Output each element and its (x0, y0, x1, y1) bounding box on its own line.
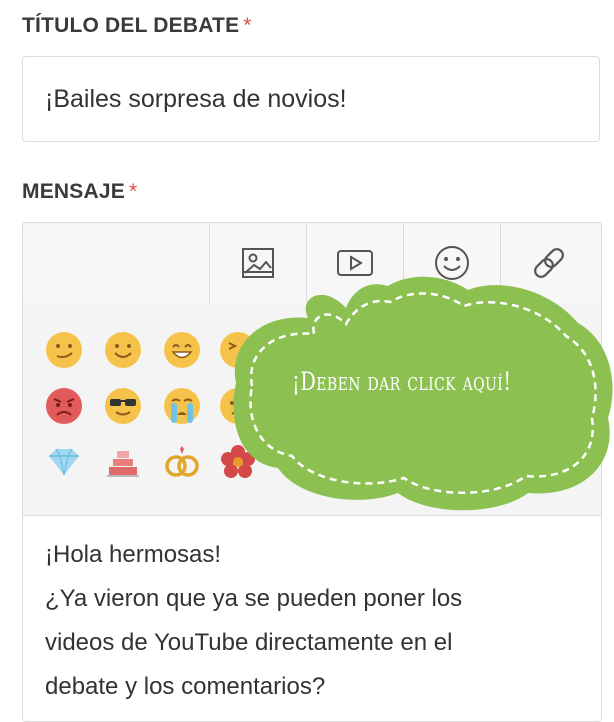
angry-emoji-icon[interactable] (45, 387, 83, 425)
crying-emoji-icon[interactable] (163, 387, 201, 425)
message-line: videos de YouTube directamente en el (45, 629, 453, 656)
rings-emoji-icon[interactable] (163, 443, 201, 481)
message-label-text: MENSAJE (22, 180, 125, 203)
message-line: ¿Ya vieron que ya se pueden poner los (45, 585, 463, 612)
cool-emoji-icon[interactable] (104, 387, 142, 425)
smirk-emoji-icon[interactable] (45, 331, 83, 369)
required-asterisk: * (243, 14, 252, 37)
wedding-cake-emoji-icon[interactable] (104, 443, 142, 481)
message-text[interactable]: ¡Hola hermosas! ¿Ya vieron que ya se pue… (45, 533, 565, 709)
diamond-emoji-icon[interactable] (45, 443, 83, 481)
smile-emoji-icon[interactable] (104, 331, 142, 369)
title-field[interactable] (22, 56, 600, 142)
title-label-text: TÍTULO DEL DEBATE (22, 14, 240, 37)
message-line: ¡Hola hermosas! (45, 541, 222, 568)
grin-emoji-icon[interactable] (163, 331, 201, 369)
required-asterisk: * (128, 180, 138, 203)
title-input[interactable] (45, 85, 585, 114)
title-label: TÍTULO DEL DEBATE * (22, 14, 252, 38)
message-label: MENSAJE * (22, 180, 137, 204)
message-line: debate y los comentarios? (45, 673, 326, 700)
callout-text: ¡Deben dar click aquí! (292, 367, 512, 396)
